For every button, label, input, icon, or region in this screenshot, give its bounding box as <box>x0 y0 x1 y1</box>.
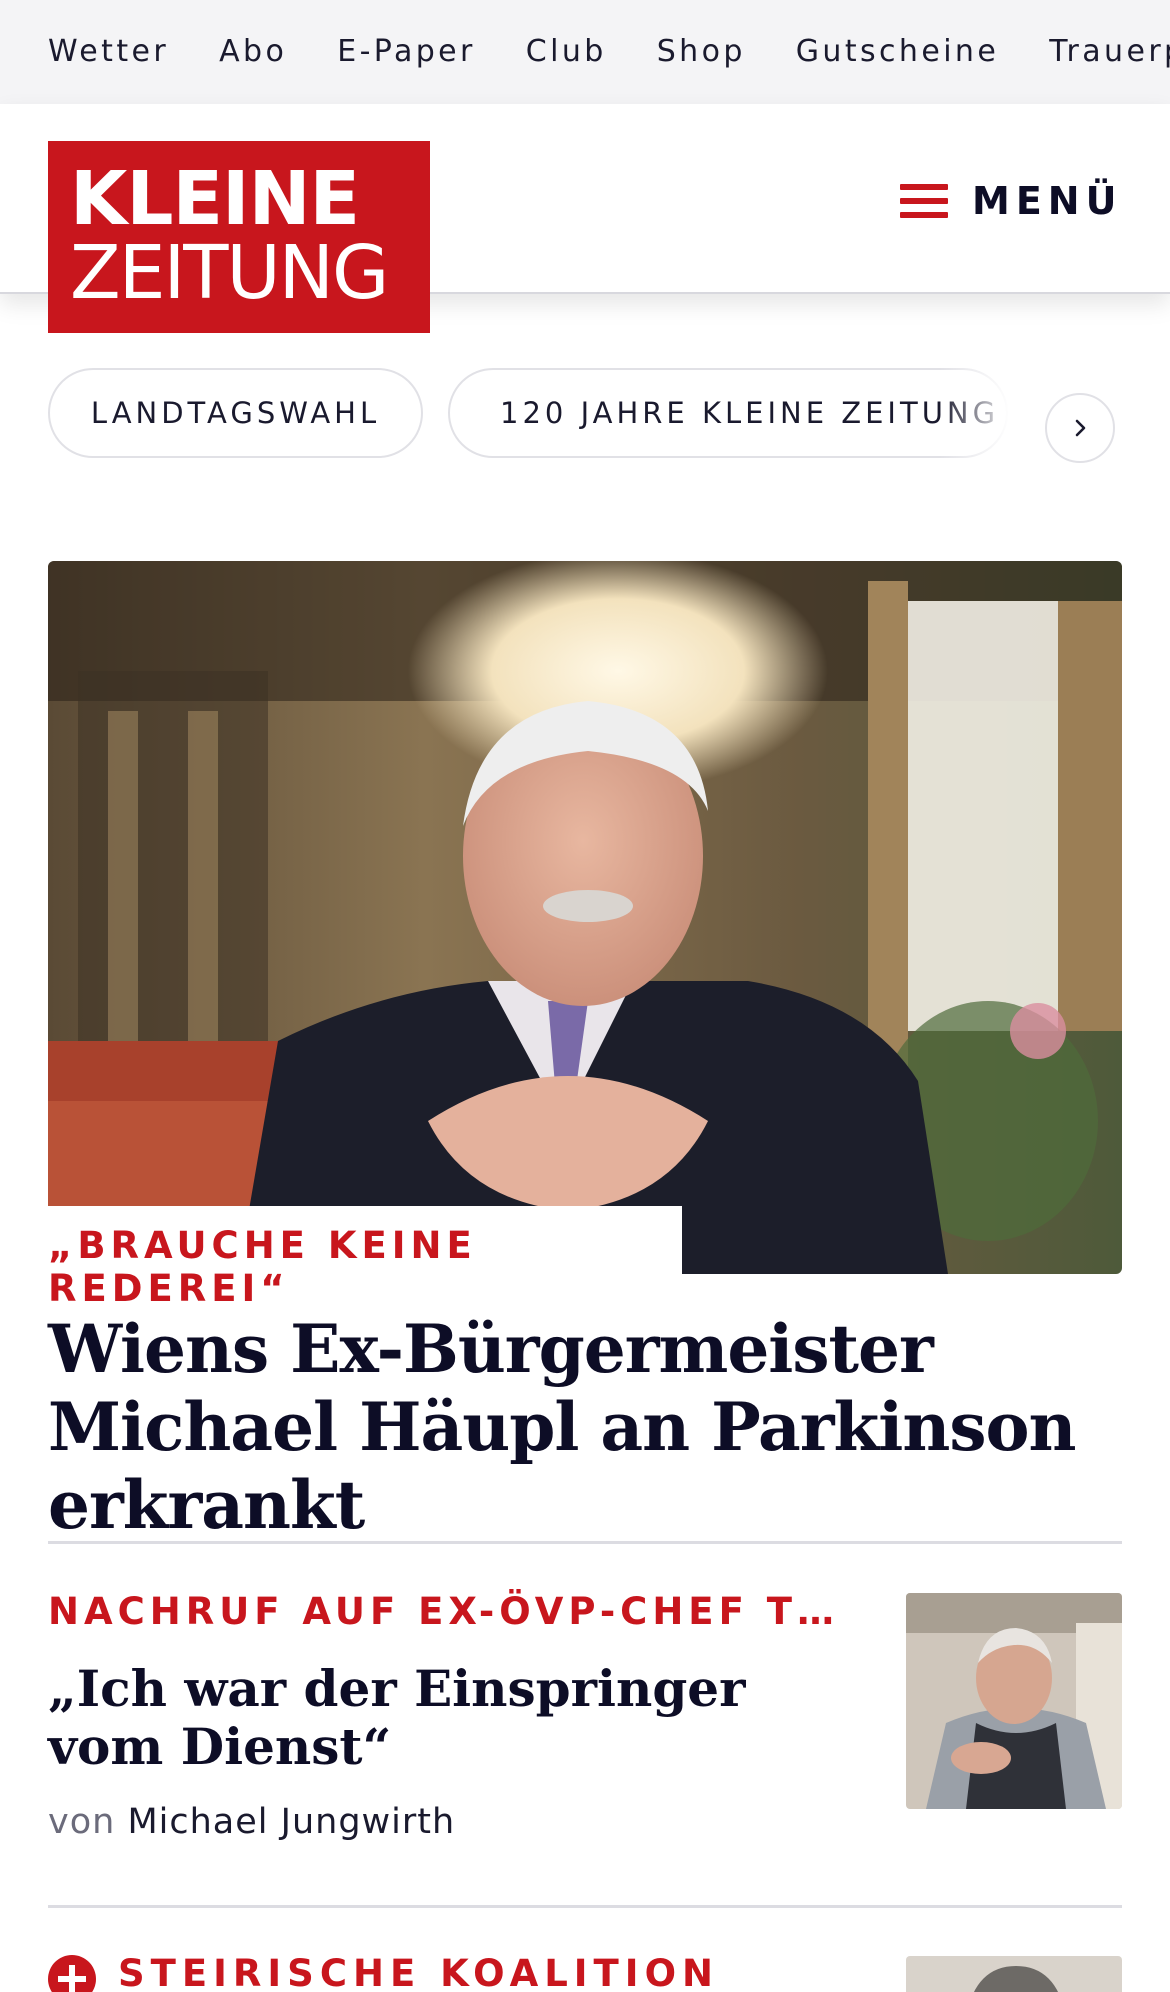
topnav-link-trauerportal[interactable]: Trauerportal <box>1049 30 1170 74</box>
hero-article-image[interactable] <box>48 561 1122 1274</box>
chevron-right-icon <box>1075 419 1086 437</box>
topic-pill-landtagswahl[interactable]: LANDTAGSWAHL <box>48 368 423 458</box>
teaser-kicker: NACHRUF AUF EX-ÖVP-CHEF T… <box>48 1590 839 1633</box>
site-logo[interactable]: KLEINE ZEITUNG <box>48 141 430 333</box>
topnav-link-epaper[interactable]: E-Paper <box>337 30 476 74</box>
pills-next-button[interactable] <box>1045 393 1115 463</box>
topic-pills: LANDTAGSWAHL 120 JAHRE KLEINE ZEITUNG <box>0 368 1170 488</box>
topic-pill-label: 120 JAHRE KLEINE ZEITUNG <box>500 396 1000 430</box>
hamburger-icon <box>900 184 948 218</box>
hero-headline[interactable]: Wiens Ex-Bürgermeister Michael Häupl an … <box>48 1310 1128 1544</box>
byline-prefix: von <box>48 1802 116 1842</box>
topic-pill-120-jahre[interactable]: 120 JAHRE KLEINE ZEITUNG <box>448 368 1008 458</box>
byline-author[interactable]: Michael Jungwirth <box>127 1802 455 1842</box>
topnav-link-wetter[interactable]: Wetter <box>48 30 169 74</box>
top-utility-nav: Wetter Abo E-Paper Club Shop Gutscheine … <box>0 0 1170 104</box>
hero-kicker: „BRAUCHE KEINE REDEREI“ <box>48 1224 477 1310</box>
teaser-thumbnail[interactable] <box>906 1956 1122 1992</box>
site-header: KLEINE ZEITUNG MENÜ <box>0 104 1170 333</box>
divider <box>48 1541 1122 1544</box>
teaser-thumbnail[interactable] <box>906 1593 1122 1809</box>
plus-icon <box>48 1955 96 1992</box>
pill-scroll-fade <box>940 368 1030 488</box>
teaser-kicker: STEIRISCHE KOALITION <box>118 1952 719 1992</box>
topnav-link-gutscheine[interactable]: Gutscheine <box>796 30 999 74</box>
topic-pill-label: LANDTAGSWAHL <box>90 396 381 430</box>
divider <box>48 1905 1122 1908</box>
logo-line-1: KLEINE <box>70 156 360 242</box>
menu-button[interactable]: MENÜ <box>900 176 1122 226</box>
teaser-headline[interactable]: „Ich war der Einspringer vom Dienst“ <box>48 1660 748 1776</box>
topnav-link-shop[interactable]: Shop <box>657 30 746 74</box>
topnav-link-abo[interactable]: Abo <box>219 30 287 74</box>
hero-kicker-box: „BRAUCHE KEINE REDEREI“ <box>48 1206 682 1310</box>
teaser-byline: von Michael Jungwirth <box>48 1802 455 1842</box>
logo-line-2: ZEITUNG <box>70 230 389 316</box>
topnav-link-club[interactable]: Club <box>526 30 607 74</box>
menu-label: MENÜ <box>972 179 1123 223</box>
